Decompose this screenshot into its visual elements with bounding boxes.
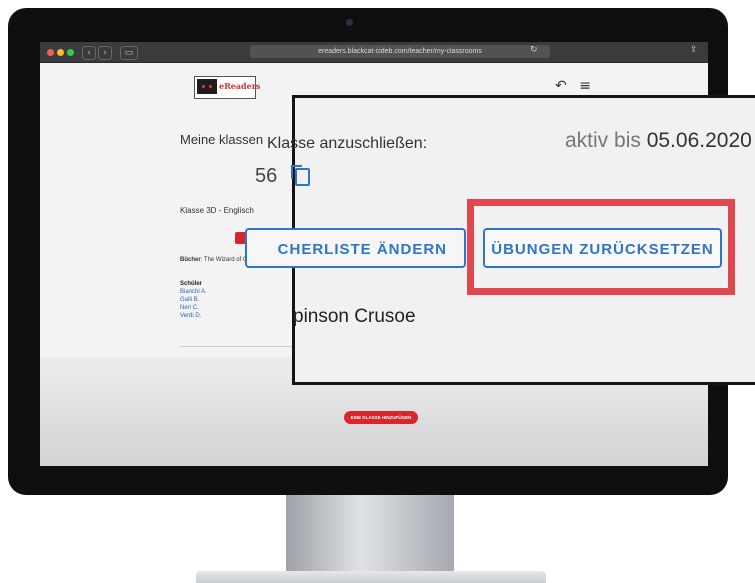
cat-eye	[202, 85, 205, 88]
monitor-base	[196, 571, 546, 583]
active-label: aktiv bis	[565, 129, 647, 152]
minimize-window-button[interactable]	[57, 49, 64, 56]
add-class-button[interactable]: EINE KLASSE HINZUFÜGEN	[344, 411, 418, 424]
active-until: aktiv bis 05.06.2020	[565, 129, 752, 153]
book-title: pinson Crusoe	[293, 306, 416, 327]
header-icons: ↶ ≡	[555, 78, 599, 94]
back-icon[interactable]: ‹	[82, 46, 96, 60]
monitor-stand	[286, 495, 454, 573]
student-link[interactable]: Verdi D.	[180, 312, 207, 320]
sidebar-icon[interactable]: ▭	[120, 46, 138, 60]
menu-icon[interactable]: ≡	[579, 78, 591, 94]
active-date: 05.06.2020	[646, 129, 752, 152]
student-link[interactable]: Galli B.	[180, 296, 207, 304]
copy-icon[interactable]	[291, 165, 310, 186]
browser-toolbar: ‹ › ▭ ereaders.blackcat-cideb.com/teache…	[40, 42, 708, 63]
close-window-button[interactable]	[47, 49, 54, 56]
class-name: Klasse 3D - Englisch	[180, 206, 254, 215]
books-label: Bücher	[180, 257, 201, 263]
zoom-callout: Klasse anzuschließen: aktiv bis 05.06.20…	[245, 95, 755, 385]
page-title: Meine klassen	[180, 132, 264, 147]
reload-icon[interactable]: ↻	[530, 45, 538, 55]
ereaders-logo[interactable]: eReaders	[194, 76, 260, 99]
reset-exercises-button[interactable]: ÜBUNGEN ZURÜCKSETZEN	[483, 228, 722, 268]
class-code: 56	[255, 165, 278, 187]
address-bar[interactable]: ereaders.blackcat-cideb.com/teacher/my-c…	[250, 45, 550, 58]
undo-icon[interactable]: ↶	[555, 78, 567, 94]
forward-icon[interactable]: ›	[98, 46, 112, 60]
student-link[interactable]: Neri C.	[180, 304, 207, 312]
cat-eye	[209, 85, 212, 88]
students-list: Schüler Bianchi A. Galli B. Neri C. Verd…	[180, 280, 207, 320]
share-icon[interactable]: ⇪	[690, 45, 698, 55]
maximize-window-button[interactable]	[67, 49, 74, 56]
join-class-label: Klasse anzuschließen:	[267, 135, 428, 152]
logo-text: eReaders	[219, 81, 261, 91]
camera-icon	[346, 19, 353, 26]
student-link[interactable]: Bianchi A.	[180, 288, 207, 296]
black-cat-icon	[197, 79, 217, 94]
students-label: Schüler	[180, 281, 203, 287]
change-book-list-button[interactable]: CHERLISTE ÄNDERN	[245, 228, 466, 268]
